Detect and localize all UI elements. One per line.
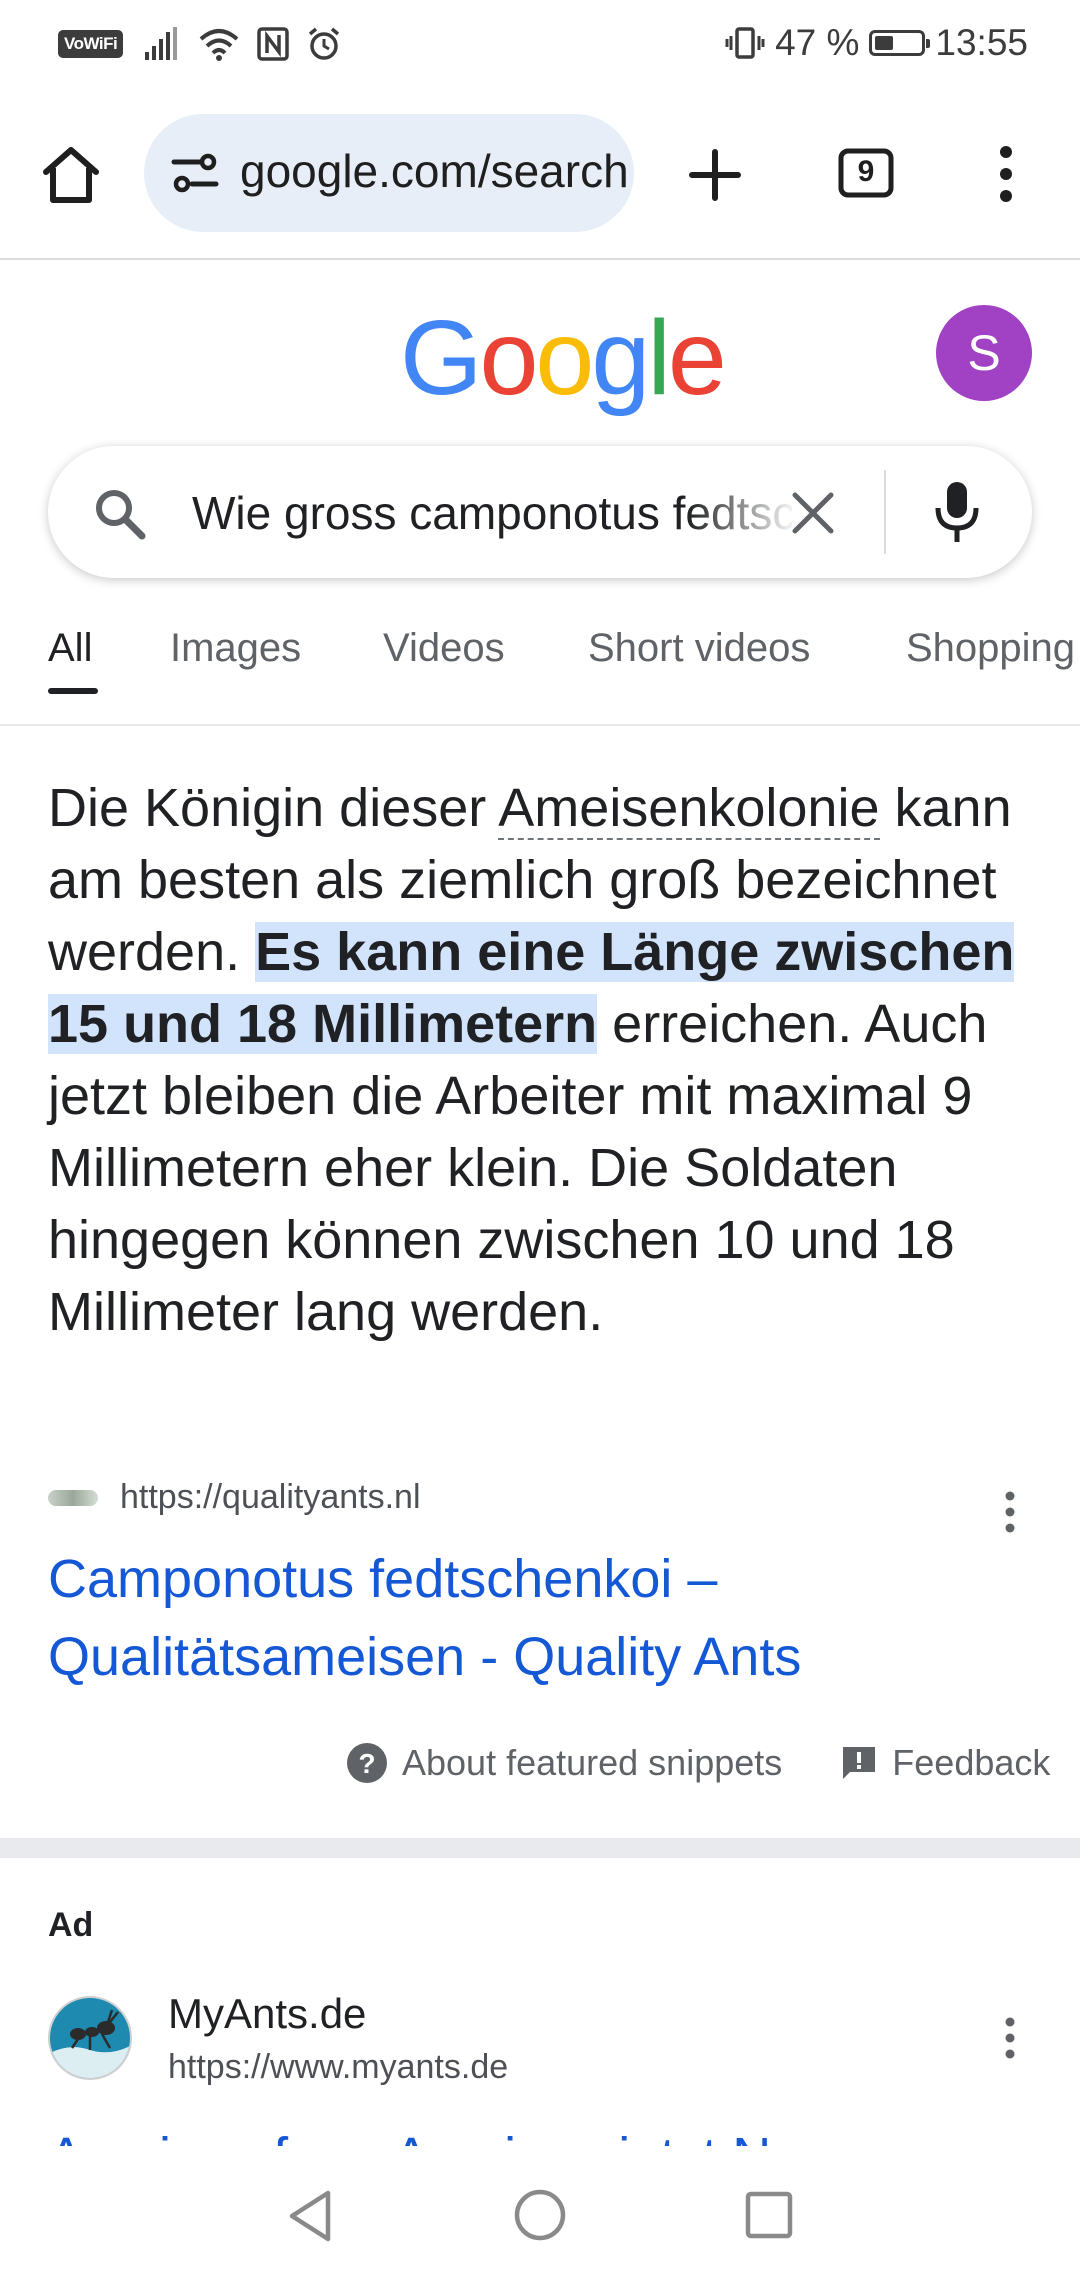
snippet-text-part1: Die Königin dieser bbox=[48, 778, 499, 838]
google-logo-letter: g bbox=[591, 299, 650, 417]
clock: 13:55 bbox=[935, 22, 1028, 63]
featured-snippet-text: Die Königin dieser Ameisenkolonie kann a… bbox=[48, 772, 1048, 1348]
google-logo-letter: G bbox=[400, 299, 482, 417]
clear-icon[interactable] bbox=[790, 490, 836, 536]
tab-switcher-button[interactable]: 9 bbox=[838, 148, 924, 198]
tab-images[interactable]: Images bbox=[170, 626, 301, 671]
account-avatar[interactable]: S bbox=[936, 305, 1032, 401]
search-tabs: All Images Videos Short videos Shopping bbox=[0, 620, 1080, 726]
omnibox[interactable]: google.com/search bbox=[144, 114, 634, 232]
search-icon bbox=[96, 490, 146, 540]
help-icon[interactable]: ? bbox=[346, 1742, 388, 1784]
system-navigation-bar bbox=[0, 2150, 1080, 2280]
source-row[interactable]: https://qualityants.nl bbox=[48, 1478, 421, 1517]
vibrate-icon bbox=[725, 27, 765, 59]
browser-toolbar: google.com/search 9 bbox=[0, 96, 1080, 260]
alarm-icon bbox=[309, 27, 340, 60]
google-logo-letter: o bbox=[535, 299, 594, 417]
more-menu-icon[interactable] bbox=[996, 144, 1016, 204]
snippet-footer: ? About featured snippets Feedback bbox=[346, 1742, 1050, 1784]
ad-favicon bbox=[48, 1996, 132, 2080]
battery-icon bbox=[869, 30, 931, 56]
source-url[interactable]: https://qualityants.nl bbox=[120, 1478, 421, 1517]
tab-shopping[interactable]: Shopping bbox=[906, 626, 1075, 671]
tab-all[interactable]: All bbox=[48, 626, 92, 671]
site-favicon bbox=[48, 1489, 98, 1506]
url-text[interactable]: google.com/search bbox=[240, 144, 629, 198]
feedback-link[interactable]: Feedback bbox=[892, 1742, 1050, 1784]
ad-url[interactable]: https://www.myants.de bbox=[168, 2048, 508, 2087]
ad-more-icon[interactable] bbox=[1002, 2016, 1018, 2060]
nfc-icon bbox=[257, 27, 289, 61]
google-logo[interactable]: Google bbox=[400, 298, 727, 419]
battery-percent: 47 % bbox=[775, 22, 860, 63]
tab-videos[interactable]: Videos bbox=[383, 626, 505, 671]
google-logo-letter: o bbox=[479, 299, 538, 417]
site-settings-icon[interactable] bbox=[170, 152, 220, 194]
tab-short-videos[interactable]: Short videos bbox=[588, 626, 810, 671]
back-icon[interactable] bbox=[284, 2188, 336, 2244]
svg-text:?: ? bbox=[358, 1748, 375, 1779]
about-featured-snippets-link[interactable]: About featured snippets bbox=[402, 1742, 782, 1784]
ad-title-link[interactable]: Ameisen farm Ameisen jetzt N bbox=[48, 2132, 1048, 2146]
result-more-icon[interactable] bbox=[1002, 1490, 1018, 1534]
active-tab-indicator bbox=[48, 688, 98, 694]
avatar-letter: S bbox=[967, 325, 1001, 381]
tab-count: 9 bbox=[857, 155, 875, 188]
home-nav-icon[interactable] bbox=[513, 2188, 567, 2242]
ad-label: Ad bbox=[48, 1906, 94, 1944]
wifi-icon bbox=[199, 29, 239, 61]
google-logo-letter: e bbox=[667, 299, 727, 417]
google-logo-letter: l bbox=[647, 299, 671, 417]
vowifi-indicator: VoWiFi bbox=[58, 30, 124, 58]
ad-title-text: Ameisen farm Ameisen jetzt N bbox=[48, 2132, 1048, 2146]
section-separator bbox=[0, 1838, 1080, 1858]
signal-icon bbox=[145, 27, 178, 60]
search-box[interactable]: Wie gross camponotus fedtschenkoi bbox=[48, 446, 1032, 578]
ad-advertiser-name[interactable]: MyAnts.de bbox=[168, 1990, 366, 2038]
result-title-link[interactable]: Camponotus fedtschenkoi – Qualitätsameis… bbox=[48, 1540, 1008, 1696]
snippet-linked-term[interactable]: Ameisenkolonie bbox=[498, 778, 880, 840]
recents-icon[interactable] bbox=[744, 2190, 794, 2240]
voice-search-icon[interactable] bbox=[934, 480, 980, 544]
home-icon[interactable] bbox=[40, 144, 102, 206]
status-bar: VoWiFi 47 % 13:55 bbox=[0, 0, 1080, 96]
new-tab-icon[interactable] bbox=[688, 148, 742, 202]
feedback-icon[interactable] bbox=[840, 1744, 878, 1782]
